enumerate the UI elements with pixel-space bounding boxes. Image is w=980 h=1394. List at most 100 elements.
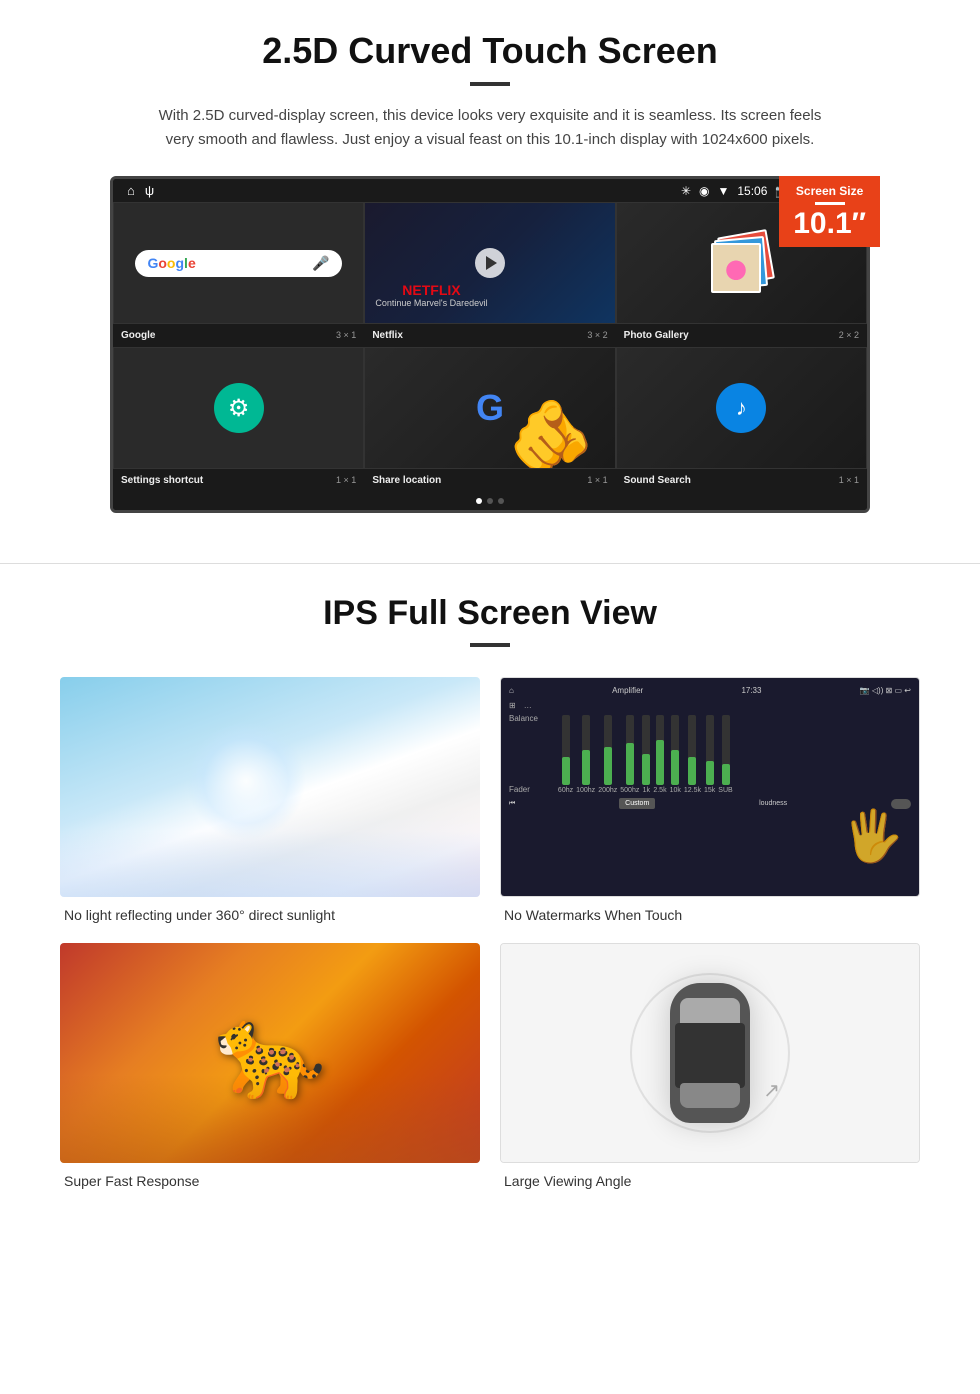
google-mic-icon: 🎤 (312, 255, 329, 272)
dot-3 (498, 498, 504, 504)
amp-bar-4: 1k (642, 715, 650, 794)
car-rear (680, 1083, 740, 1108)
music-icon: ♪ (716, 383, 766, 433)
amp-bar-8: 15k (704, 715, 715, 794)
sound-app-name: Sound Search (624, 475, 691, 486)
app-labels-bottom: Settings shortcut 1 × 1 Share location 1… (113, 469, 867, 492)
amp-bar-track-3 (626, 715, 634, 785)
settings-icon: ⚙ (214, 383, 264, 433)
section-divider (0, 563, 980, 564)
amp-bar-track-6 (671, 715, 679, 785)
amp-bar-track-5 (656, 715, 664, 785)
amp-bar-fill-2 (604, 747, 612, 786)
amp-bar-6: 10k (670, 715, 681, 794)
amplifier-visual: ⌂ Amplifier 17:33 📷 ◁)) ⊠ ▭ ↩ ⊞ … Balanc… (501, 678, 919, 896)
section1-description: With 2.5D curved-display screen, this de… (150, 104, 830, 152)
google-logo: Google (147, 255, 195, 271)
google-app-cell[interactable]: Google 🎤 (113, 202, 364, 324)
car-caption: Large Viewing Angle (500, 1173, 920, 1189)
sound-search-cell[interactable]: ♪ (616, 347, 867, 469)
car-image: ↗ (500, 943, 920, 1163)
location-app-name: Share location (372, 475, 441, 486)
amp-label-4: 1k (643, 787, 650, 794)
amp-label-9: SUB (718, 787, 732, 794)
amp-label-6: 10k (670, 787, 681, 794)
amp-label-2: 200hz (598, 787, 617, 794)
amp-bar-track-4 (642, 715, 650, 785)
device-screen: ✳ ◉ ▼ 15:06 📷 ◁)) ⊠ ▭ Goo (110, 176, 870, 513)
section2-underline (470, 643, 510, 647)
sound-app-size: 1 × 1 (839, 475, 859, 486)
amp-label-5: 2.5k (653, 787, 666, 794)
amp-bar-track-1 (582, 715, 590, 785)
settings-app-name: Settings shortcut (121, 475, 203, 486)
car-roof (675, 1023, 745, 1088)
feature-watermarks: ⌂ Amplifier 17:33 📷 ◁)) ⊠ ▭ ↩ ⊞ … Balanc… (500, 677, 920, 923)
maps-bg: G (365, 348, 614, 468)
section1-title: 2.5D Curved Touch Screen (60, 30, 920, 72)
amp-loudness-label: loudness (759, 800, 787, 807)
settings-cell[interactable]: ⚙ (113, 347, 364, 469)
amp-bar-fill-5 (656, 740, 664, 786)
car-angle-arrow: ↗ (763, 1078, 780, 1103)
photo-card-3 (711, 243, 761, 293)
amp-wifi-icon: … (524, 701, 532, 710)
settings-app-size: 1 × 1 (336, 475, 356, 486)
netflix-logo-text: NETFLIX Continue Marvel's Daredevil (375, 282, 487, 308)
location-label: Share location 1 × 1 (364, 473, 615, 488)
app-grid-top: Google 🎤 NETFLIX Continue Marvel's Dared… (113, 202, 867, 324)
settings-bg: ⚙ (114, 348, 363, 468)
amp-custom-button[interactable]: Custom (619, 798, 655, 809)
gallery-app-name: Photo Gallery (624, 330, 689, 341)
dot-1 (476, 498, 482, 504)
maps-g-icon: G (476, 387, 504, 429)
amp-fader: Fader (509, 785, 538, 794)
netflix-app-size: 3 × 2 (587, 330, 607, 341)
screen-size-badge: Screen Size 10.1″ (779, 176, 880, 247)
photo-stack (711, 233, 771, 293)
cheetah-visual: 🐆 (60, 943, 480, 1163)
watermarks-caption: No Watermarks When Touch (500, 907, 920, 923)
amp-home-icon: ⌂ (509, 686, 514, 695)
netflix-app-cell[interactable]: NETFLIX Continue Marvel's Daredevil (364, 202, 615, 324)
google-app-name: Google (121, 330, 155, 341)
sunlight-image (60, 677, 480, 897)
amp-bar-fill-4 (642, 754, 650, 786)
amp-bar-track-8 (706, 715, 714, 785)
amp-label-0: 60hz (558, 787, 573, 794)
app-grid-bottom: ⚙ G 🫵 ♪ (113, 347, 867, 469)
amp-bar-2: 200hz (598, 715, 617, 794)
section-ips: IPS Full Screen View No light reflecting… (0, 594, 980, 1219)
cheetah-caption: Super Fast Response (60, 1173, 480, 1189)
amp-bar-fill-7 (688, 757, 696, 785)
amp-label-8: 15k (704, 787, 715, 794)
sky-visual (60, 677, 480, 897)
wifi-icon: ▼ (717, 184, 729, 198)
netflix-play-button[interactable] (475, 248, 505, 278)
amp-bar-track-2 (604, 715, 612, 785)
amp-bar-3: 500hz (620, 715, 639, 794)
sound-label: Sound Search 1 × 1 (616, 473, 867, 488)
amp-title: Amplifier (612, 686, 643, 695)
amp-balance: Balance (509, 714, 538, 723)
amp-bar-7: 12.5k (684, 715, 701, 794)
screen-size-value: 10.1″ (793, 209, 866, 239)
maps-cell[interactable]: G 🫵 (364, 347, 615, 469)
feature-cheetah: 🐆 Super Fast Response (60, 943, 480, 1189)
app-labels-top: Google 3 × 1 Netflix 3 × 2 Photo Gallery… (113, 324, 867, 347)
home-icon (127, 183, 135, 198)
usb-icon (145, 183, 154, 198)
amp-bars-container: 60hz 100hz (548, 714, 911, 794)
amp-eq-icon: ⊞ (509, 701, 516, 710)
hand-on-bars-icon: 🖐 (842, 807, 904, 866)
amp-bar-track-0 (562, 715, 570, 785)
amplifier-image: ⌂ Amplifier 17:33 📷 ◁)) ⊠ ▭ ↩ ⊞ … Balanc… (500, 677, 920, 897)
amp-label-7: 12.5k (684, 787, 701, 794)
settings-label: Settings shortcut 1 × 1 (113, 473, 364, 488)
feature-car: ↗ Large Viewing Angle (500, 943, 920, 1189)
amp-bar-9: SUB (718, 715, 732, 794)
badge-bar (815, 202, 845, 205)
google-app-size: 3 × 1 (336, 330, 356, 341)
amp-time: 17:33 (741, 686, 761, 695)
car-visual: ↗ (501, 944, 919, 1162)
